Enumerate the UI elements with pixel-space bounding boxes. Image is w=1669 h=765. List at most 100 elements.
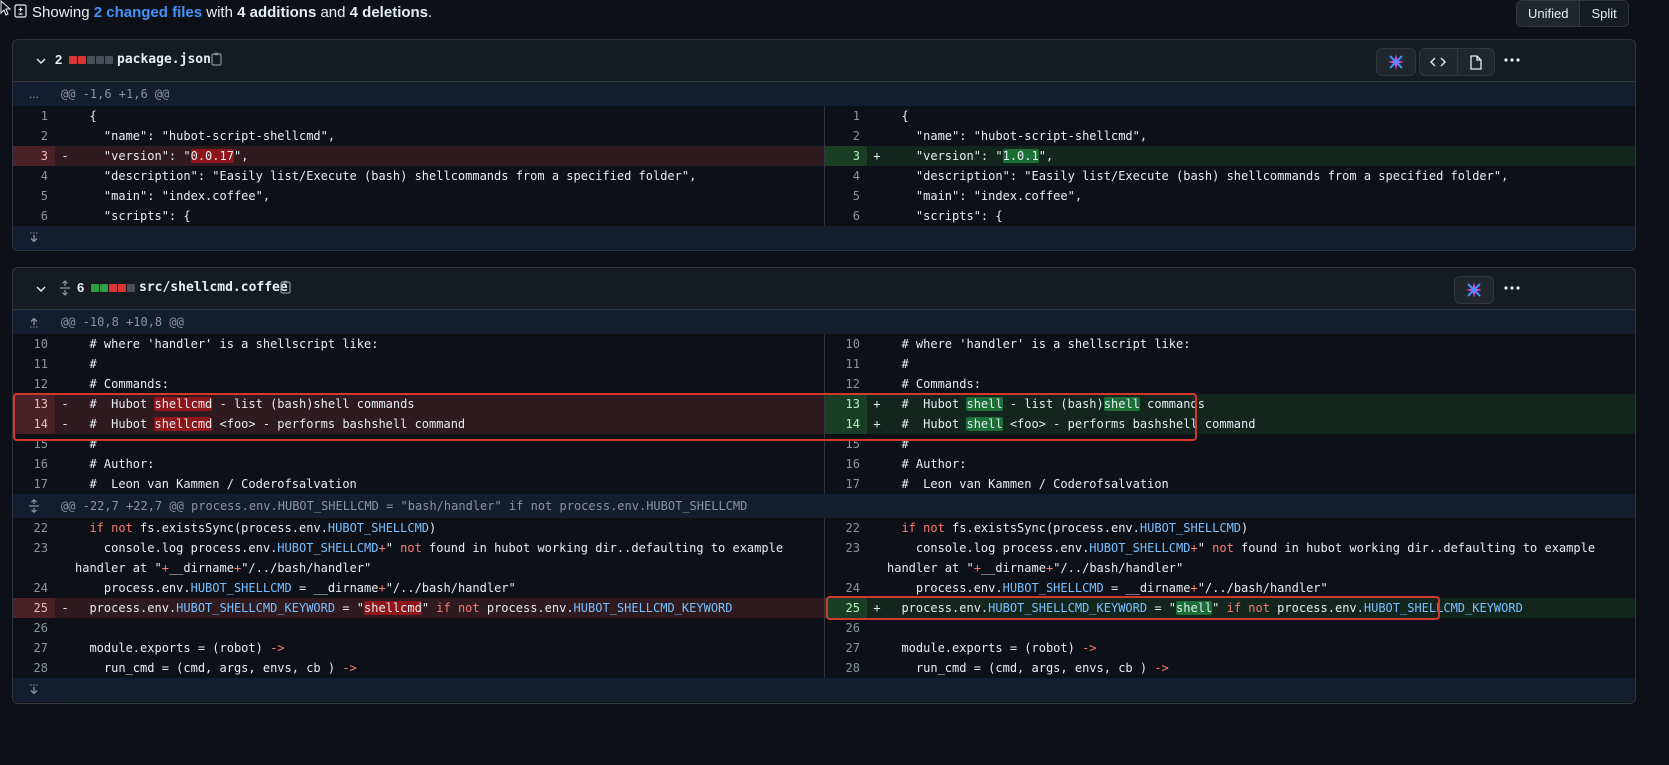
changed-files-link[interactable]: 2 changed files bbox=[94, 4, 202, 21]
line-number[interactable]: 12 bbox=[13, 374, 55, 394]
context-line: 22 if not fs.existsSync(process.env.HUBO… bbox=[13, 518, 824, 538]
line-number[interactable]: 6 bbox=[825, 206, 867, 226]
file-name[interactable]: package.json bbox=[117, 52, 211, 67]
copy-icon[interactable] bbox=[280, 280, 292, 294]
line-number[interactable]: 22 bbox=[825, 518, 867, 538]
context-line: 1 { bbox=[13, 106, 824, 126]
line-number[interactable]: 16 bbox=[13, 454, 55, 474]
line-number[interactable]: 3 bbox=[13, 146, 55, 166]
diffstat-block bbox=[91, 284, 99, 292]
copy-icon[interactable] bbox=[211, 52, 223, 66]
diffstat-block bbox=[118, 284, 126, 292]
line-number[interactable]: 16 bbox=[825, 454, 867, 474]
diff-marker bbox=[55, 658, 75, 678]
code-line: "version": "0.0.17", bbox=[75, 149, 249, 163]
mouse-cursor-icon bbox=[0, 0, 12, 16]
line-number[interactable]: 4 bbox=[825, 166, 867, 186]
diffstat-block bbox=[69, 56, 77, 64]
diff-right-pane: 1 {2 "name": "hubot-script-shellcmd", 3 + … bbox=[825, 106, 1635, 226]
diff-marker: + bbox=[873, 149, 881, 163]
file-name[interactable]: src/shellcmd.coffee bbox=[139, 280, 288, 295]
copilot-sparkle-icon bbox=[1388, 54, 1404, 70]
line-number[interactable]: 3 bbox=[825, 146, 867, 166]
expand-context-button[interactable]: ... bbox=[13, 82, 55, 106]
copilot-button[interactable] bbox=[1376, 48, 1416, 76]
expand-all-icon[interactable] bbox=[58, 280, 72, 296]
chevron-down-icon[interactable] bbox=[35, 283, 47, 295]
context-line: 26 bbox=[13, 618, 824, 638]
context-line: 24 process.env.HUBOT_SHELLCMD = __dirnam… bbox=[13, 578, 824, 598]
line-number[interactable]: 26 bbox=[13, 618, 55, 638]
context-line: 11 # bbox=[825, 354, 1635, 374]
line-number[interactable]: 24 bbox=[13, 578, 55, 598]
context-line: 16 # Author: bbox=[13, 454, 824, 474]
line-number[interactable]: 25 bbox=[13, 598, 55, 618]
context-line: 22 if not fs.existsSync(process.env.HUBO… bbox=[825, 518, 1635, 538]
line-number[interactable]: 11 bbox=[825, 354, 867, 374]
diff-marker bbox=[867, 206, 887, 226]
diff-left-pane: 1 {2 "name": "hubot-script-shellcmd", 3- … bbox=[13, 106, 825, 226]
copilot-button[interactable] bbox=[1454, 276, 1494, 304]
line-number[interactable]: 4 bbox=[13, 166, 55, 186]
line-number[interactable]: 23 bbox=[825, 538, 867, 578]
line-number[interactable]: 5 bbox=[13, 186, 55, 206]
context-line: 23 console.log process.env.HUBOT_SHELLCM… bbox=[825, 538, 1635, 578]
line-number[interactable]: 10 bbox=[13, 334, 55, 354]
code-line: "name": "hubot-script-shellcmd", bbox=[887, 129, 1148, 143]
expand-up-icon[interactable] bbox=[13, 310, 55, 334]
context-line: 10 # where 'handler' is a shellscript li… bbox=[13, 334, 824, 354]
diffstat-block bbox=[78, 56, 86, 64]
line-number[interactable]: 24 bbox=[825, 578, 867, 598]
line-number[interactable]: 28 bbox=[13, 658, 55, 678]
line-number[interactable]: 23 bbox=[13, 538, 55, 578]
diff-marker bbox=[55, 186, 75, 206]
line-number[interactable]: 6 bbox=[13, 206, 55, 226]
more-options-icon[interactable] bbox=[1502, 52, 1522, 68]
line-number[interactable]: 17 bbox=[13, 474, 55, 494]
diff-marker bbox=[867, 474, 887, 494]
line-number[interactable]: 1 bbox=[13, 106, 55, 126]
expand-down-icon[interactable] bbox=[13, 226, 55, 250]
line-number[interactable]: 11 bbox=[13, 354, 55, 374]
line-number[interactable]: 17 bbox=[825, 474, 867, 494]
diff-left-pane: 22 if not fs.existsSync(process.env.HUBO… bbox=[13, 518, 825, 678]
line-number[interactable]: 27 bbox=[825, 638, 867, 658]
code-line: "main": "index.coffee", bbox=[887, 189, 1083, 203]
line-number[interactable]: 22 bbox=[13, 518, 55, 538]
diff-marker bbox=[867, 166, 887, 186]
split-button[interactable]: Split bbox=[1579, 1, 1628, 26]
line-number[interactable]: 12 bbox=[825, 374, 867, 394]
line-number[interactable]: 28 bbox=[825, 658, 867, 678]
line-number[interactable]: 2 bbox=[825, 126, 867, 146]
display-source-button[interactable] bbox=[1420, 55, 1457, 69]
line-number[interactable]: 27 bbox=[13, 638, 55, 658]
unified-button[interactable]: Unified bbox=[1517, 1, 1580, 26]
expand-down-icon[interactable] bbox=[13, 678, 55, 702]
line-number[interactable]: 26 bbox=[825, 618, 867, 638]
line-number[interactable]: 5 bbox=[825, 186, 867, 206]
diff-marker bbox=[55, 538, 75, 578]
file-diff-icon bbox=[14, 4, 27, 18]
line-number[interactable]: 1 bbox=[825, 106, 867, 126]
display-rich-button[interactable] bbox=[1456, 49, 1494, 75]
diff-marker bbox=[55, 106, 75, 126]
code-line: # where 'handler' is a shellscript like: bbox=[75, 337, 379, 351]
context-line: 17 # Leon van Kammen / Coderofsalvation bbox=[13, 474, 824, 494]
context-line: 16 # Author: bbox=[825, 454, 1635, 474]
more-options-icon[interactable] bbox=[1502, 280, 1522, 296]
diff-marker bbox=[867, 518, 887, 538]
diff-summary: Showing 2 changed files with 4 additions… bbox=[32, 4, 432, 21]
context-line: 23 console.log process.env.HUBOT_SHELLCM… bbox=[13, 538, 824, 578]
copilot-sparkle-icon bbox=[1466, 282, 1482, 298]
diff-marker bbox=[867, 354, 887, 374]
line-number[interactable]: 10 bbox=[825, 334, 867, 354]
code-line: console.log process.env.HUBOT_SHELLCMD+"… bbox=[75, 541, 784, 575]
expand-row bbox=[13, 678, 1635, 702]
expand-both-icon[interactable] bbox=[13, 494, 55, 518]
context-line: 12 # Commands: bbox=[825, 374, 1635, 394]
chevron-down-icon[interactable] bbox=[35, 55, 47, 67]
code-line: { bbox=[75, 109, 97, 123]
summary-suffix: . bbox=[428, 4, 433, 21]
line-number[interactable]: 2 bbox=[13, 126, 55, 146]
